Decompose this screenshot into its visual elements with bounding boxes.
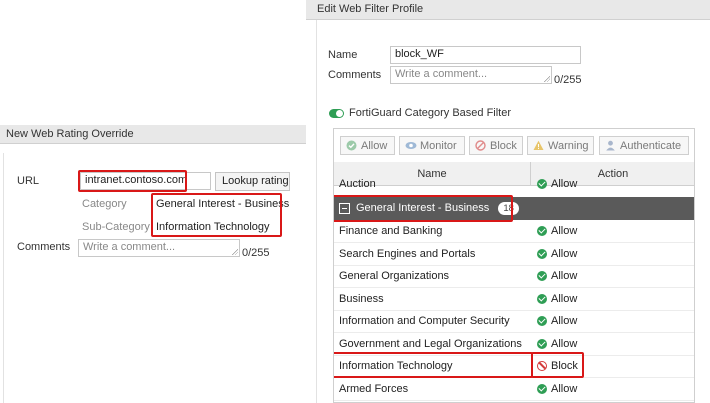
table-row[interactable]: Auction Allow [334, 179, 694, 194]
column-header-name-label: Name [417, 167, 447, 180]
table-row[interactable]: Business Allow [334, 289, 694, 311]
row-name: Search Engines and Portals [339, 247, 476, 260]
name-input[interactable]: block_WF [390, 46, 581, 64]
category-highlight [151, 193, 282, 237]
check-circle-icon [346, 140, 357, 151]
user-icon [605, 140, 616, 151]
resize-grip-icon[interactable] [543, 75, 550, 82]
row-action-label: Allow [551, 382, 578, 395]
row-name-highlight [334, 352, 533, 378]
monitor-button[interactable]: Monitor [399, 136, 465, 155]
check-circle-icon [537, 316, 547, 326]
resize-grip-icon[interactable] [231, 248, 238, 255]
comments-textarea[interactable]: Write a comment... [78, 239, 240, 257]
row-action-label: Allow [551, 337, 578, 350]
category-filter-toggle[interactable] [329, 109, 344, 118]
profile-comments-placeholder: Write a comment... [395, 68, 488, 80]
right-panel-title: Edit Web Filter Profile [306, 0, 710, 20]
check-circle-icon [537, 383, 547, 394]
table-row[interactable]: Search Engines and Portals Allow [334, 244, 694, 266]
allow-button[interactable]: Allow [340, 136, 395, 155]
profile-comments-counter: 0/255 [554, 74, 582, 86]
eye-icon [405, 140, 417, 151]
subcategory-label: Sub-Category [82, 221, 150, 233]
row-action[interactable]: Allow [537, 338, 577, 350]
check-circle-icon [537, 248, 547, 259]
allow-button-label: Allow [361, 139, 388, 152]
comments-counter: 0/255 [242, 247, 270, 259]
block-button[interactable]: Block [469, 136, 523, 155]
row-action[interactable]: Allow [537, 270, 577, 282]
check-circle-icon [537, 338, 547, 349]
row-action-label: Allow [551, 247, 578, 260]
row-action[interactable]: Allow [537, 225, 577, 237]
row-name: Armed Forces [339, 382, 409, 395]
row-action[interactable]: Allow [537, 293, 577, 305]
row-action[interactable]: Allow [537, 315, 577, 327]
table-row[interactable]: Armed Forces Allow [334, 379, 694, 401]
row-name: Information and Computer Security [339, 315, 510, 327]
left-panel-title: New Web Rating Override [0, 125, 306, 144]
warning-button-label: Warning [548, 139, 589, 152]
warning-icon [533, 140, 544, 151]
url-label: URL [17, 175, 40, 187]
vertical-scrollbar[interactable] [694, 187, 695, 403]
column-header-action-label: Action [597, 167, 629, 180]
table-row[interactable]: General Organizations Allow [334, 266, 694, 288]
block-button-label: Block [490, 139, 517, 152]
block-icon [475, 140, 486, 151]
authenticate-button[interactable]: Authenticate [599, 136, 689, 155]
check-circle-icon [537, 179, 547, 189]
table-row[interactable]: Finance and Banking Allow [334, 221, 694, 243]
row-action-label: Allow [551, 179, 578, 190]
profile-comments-textarea[interactable]: Write a comment... [390, 66, 552, 84]
monitor-button-label: Monitor [420, 139, 457, 152]
name-label: Name [328, 49, 358, 61]
authenticate-button-label: Authenticate [620, 139, 682, 152]
row-action[interactable]: Allow [537, 383, 577, 395]
name-input-value: block_WF [395, 48, 444, 60]
row-name: Business [339, 292, 384, 305]
row-action-label: Allow [551, 292, 578, 305]
row-name: Government and Legal Organizations [339, 337, 522, 350]
row-action-label: Allow [551, 315, 578, 327]
row-action-label: Allow [551, 225, 578, 237]
row-action-label: Allow [551, 270, 578, 282]
row-action: Allow [537, 179, 577, 190]
url-highlight [78, 170, 187, 192]
category-filter-label: FortiGuard Category Based Filter [349, 107, 512, 119]
check-circle-icon [537, 271, 547, 281]
comments-label: Comments [17, 241, 71, 253]
check-circle-icon [537, 293, 547, 304]
row-action-highlight [531, 352, 584, 378]
row-name: General Organizations [339, 270, 450, 282]
row-action[interactable]: Allow [537, 248, 577, 260]
row-name: Auction [339, 179, 376, 190]
warning-button[interactable]: Warning [527, 136, 594, 155]
check-circle-icon [537, 226, 547, 236]
group-highlight [334, 195, 513, 222]
table-row[interactable]: Information and Computer Security Allow [334, 311, 694, 333]
lookup-rating-button[interactable]: Lookup rating [215, 172, 290, 191]
row-name: Finance and Banking [339, 225, 443, 237]
category-label: Category [82, 198, 127, 210]
category-table: Allow Monitor Block Warning Authenticate… [333, 128, 695, 403]
profile-comments-label: Comments [328, 69, 382, 81]
comments-placeholder: Write a comment... [83, 241, 176, 253]
web-rating-override-form: URL intranet.contoso.com Lookup rating C… [3, 153, 306, 403]
